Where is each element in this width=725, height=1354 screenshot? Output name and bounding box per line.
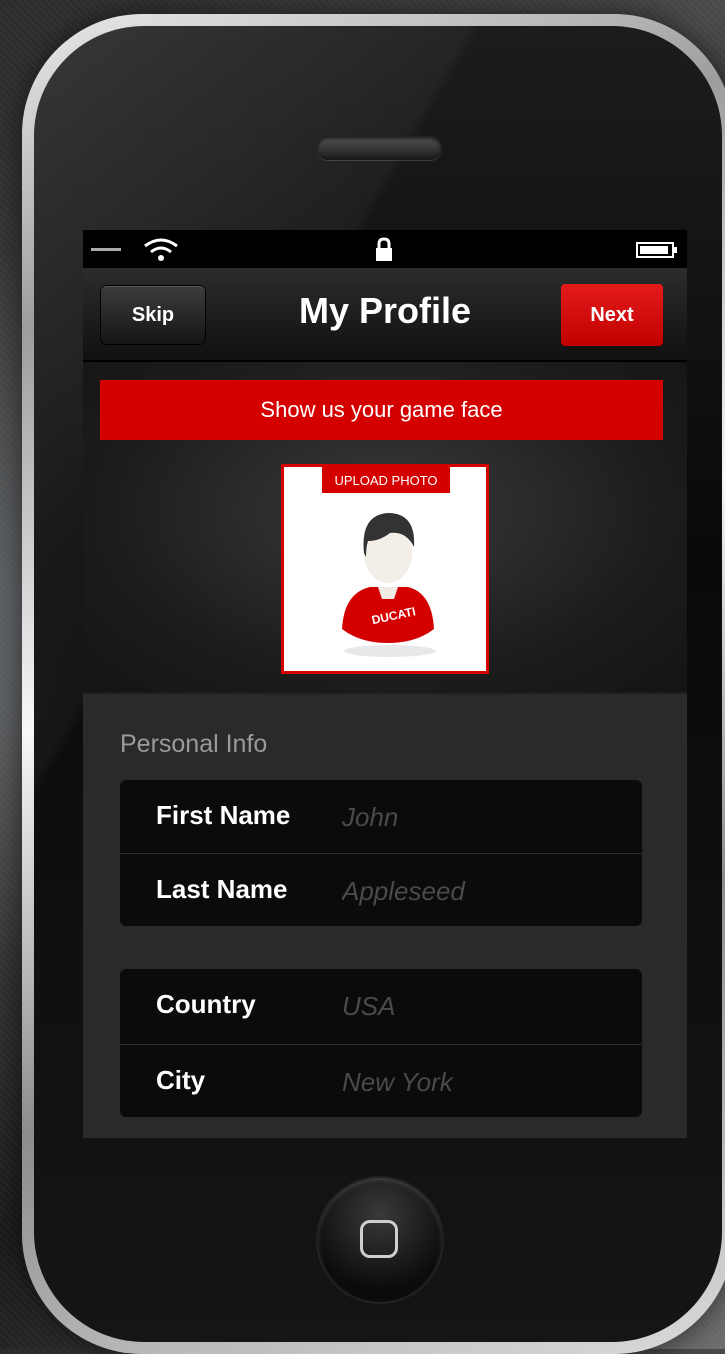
status-bar xyxy=(83,230,687,268)
personal-info-section: Personal Info First Name Last Name Count… xyxy=(83,694,687,1138)
user-avatar-icon: DUCATI xyxy=(342,513,436,657)
first-name-field[interactable] xyxy=(340,796,634,838)
lock-icon xyxy=(376,237,392,261)
first-name-row: First Name xyxy=(120,780,642,852)
country-row: Country xyxy=(120,969,642,1041)
carrier-signal xyxy=(91,248,121,251)
nav-bar: Skip My Profile Next xyxy=(83,268,687,362)
city-label: City xyxy=(156,1065,206,1095)
app-screen: Skip My Profile Next Show us your game f… xyxy=(83,230,687,1138)
game-face-banner: Show us your game face xyxy=(100,380,663,440)
section-label: Personal Info xyxy=(120,730,268,758)
country-field[interactable] xyxy=(340,985,634,1027)
first-name-label: First Name xyxy=(156,800,291,830)
next-button[interactable]: Next xyxy=(561,284,663,346)
home-button[interactable] xyxy=(318,1178,442,1302)
speaker-grille xyxy=(316,136,442,160)
location-group: Country City xyxy=(120,969,642,1117)
upload-photo-button[interactable]: UPLOAD PHOTO DUCATI xyxy=(281,464,489,674)
city-field[interactable] xyxy=(340,1061,634,1103)
battery-icon xyxy=(636,242,677,258)
wifi-icon xyxy=(144,238,178,261)
last-name-field[interactable] xyxy=(340,870,634,912)
name-group: First Name Last Name xyxy=(120,780,642,926)
profile-header: Show us your game face UPLOAD PHOTO DUCA… xyxy=(83,362,687,692)
country-label: Country xyxy=(156,989,256,1019)
home-button-icon xyxy=(360,1220,398,1258)
upload-photo-label: UPLOAD PHOTO xyxy=(322,467,450,493)
city-row: City xyxy=(120,1044,642,1117)
last-name-row: Last Name xyxy=(120,853,642,926)
last-name-label: Last Name xyxy=(156,874,288,904)
